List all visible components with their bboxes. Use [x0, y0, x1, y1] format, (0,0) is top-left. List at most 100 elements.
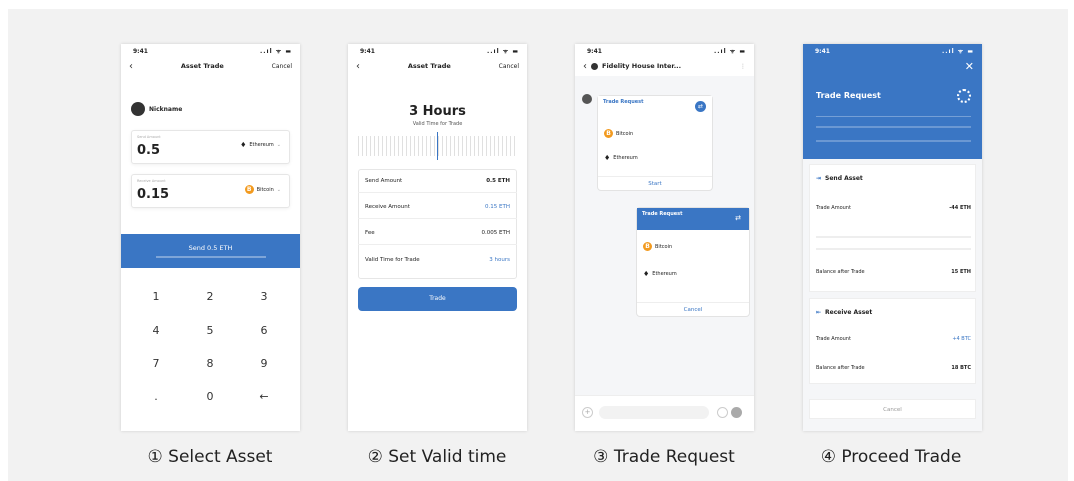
nav-title: Asset Trade — [180, 62, 224, 70]
send-icon[interactable] — [731, 407, 742, 418]
message-input[interactable] — [599, 406, 709, 419]
receive-coin-name: Bitcoin — [256, 186, 274, 193]
send-button[interactable]: Send 0.5 ETH — [121, 234, 300, 268]
status-icons: ..ıl ᯤ ▬ — [260, 48, 292, 55]
ethereum-icon: ♦ — [643, 270, 650, 278]
keypad-key-6[interactable]: 6 — [239, 324, 289, 337]
loading-spinner-icon — [957, 89, 971, 103]
caption-4: ④ Proceed Trade — [820, 447, 962, 467]
row-label: Trade Amount — [816, 336, 851, 342]
summary-label: Valid Time for Trade — [365, 256, 420, 263]
swap-icon: ⇄ — [735, 214, 741, 222]
keypad-key-dot[interactable]: . — [131, 390, 181, 403]
close-icon[interactable]: ✕ — [965, 60, 974, 73]
receive-amount-card[interactable]: Receive Amount 0.15 B Bitcoin ⌄ — [131, 174, 290, 208]
keypad-key-9[interactable]: 9 — [239, 357, 289, 370]
caption-1: ① Select Asset — [147, 447, 273, 467]
status-icons: ..ıl ᯤ ▬ — [942, 48, 974, 55]
cancel-button[interactable]: Cancel — [637, 302, 749, 316]
bitcoin-icon: B — [244, 185, 254, 194]
taker-row — [816, 140, 971, 142]
keypad-key-4[interactable]: 4 — [131, 324, 181, 337]
summary-label: Receive Amount — [365, 204, 410, 210]
status-time: 9:41 — [360, 47, 375, 55]
ethereum-icon: ♦ — [604, 154, 611, 162]
summary-value: 0.005 ETH — [481, 230, 510, 236]
summary-label: Send Amount — [365, 178, 403, 184]
status-bar: 9:41 ..ıl ᯤ ▬ — [348, 44, 527, 58]
keypad-key-7[interactable]: 7 — [131, 357, 181, 370]
row-label: Trade Amount — [816, 205, 851, 211]
status-time: 9:41 — [815, 47, 830, 55]
cancel-link[interactable]: Cancel — [272, 63, 292, 70]
keypad-backspace-icon[interactable]: ← — [239, 390, 289, 403]
add-icon[interactable]: + — [582, 407, 593, 418]
nav-title: Asset Trade — [407, 62, 451, 70]
send-coin-select[interactable]: ♦ Ethereum ⌄ — [240, 141, 281, 149]
row-value: 18 BTC — [951, 365, 971, 371]
keypad-key-1[interactable]: 1 — [131, 290, 181, 303]
receive-asset-header: ⇤ Receive Asset — [816, 309, 872, 316]
coin-name: Bitcoin — [616, 130, 634, 137]
coin-name: Bitcoin — [655, 243, 673, 250]
chat-avatar-icon — [591, 62, 598, 70]
send-asset-section: ⇥ Send Asset Trade Amount -44 ETH Balanc… — [809, 164, 976, 292]
bitcoin-icon: B — [643, 242, 652, 251]
trade-button[interactable]: Trade — [358, 287, 517, 311]
keypad-key-2[interactable]: 2 — [185, 290, 235, 303]
nav-bar: ‹ Asset Trade Cancel — [121, 58, 300, 74]
coin-row-bitcoin: B Bitcoin — [643, 242, 672, 251]
back-icon[interactable]: ‹ — [129, 61, 133, 72]
keypad-key-8[interactable]: 8 — [185, 357, 235, 370]
row-label: Balance after Trade — [816, 365, 865, 371]
summary-value: 3 hours — [489, 256, 510, 263]
status-icons: ..ıl ᯤ ▬ — [487, 48, 519, 55]
phone-proceed-trade: 9:41 ..ıl ᯤ ▬ ✕ Trade Request ⇥ Send Ass… — [803, 44, 982, 431]
emoji-icon[interactable] — [717, 407, 728, 418]
ethereum-icon: ♦ — [240, 141, 247, 149]
receive-asset-section: ⇤ Receive Asset Trade Amount +4 BTC Bala… — [809, 298, 976, 384]
cancel-link[interactable]: Cancel — [499, 63, 519, 70]
coin-name: Ethereum — [652, 271, 677, 277]
receive-amount-label: Receive Amount — [137, 179, 166, 183]
summary-value: 0.15 ETH — [485, 204, 510, 210]
send-amount-card[interactable]: Send Amount 0.5 ♦ Ethereum ⌄ — [131, 130, 290, 164]
more-icon[interactable]: ⋮ — [740, 63, 746, 70]
row-value: +4 BTC — [952, 336, 971, 342]
chevron-down-icon: ⌄ — [276, 142, 281, 148]
send-button-subtext — [155, 256, 266, 258]
start-button[interactable]: Start — [598, 176, 712, 190]
back-icon[interactable]: ‹ — [356, 61, 360, 72]
chevron-down-icon: ⌄ — [276, 186, 281, 193]
receive-icon: ⇤ — [816, 309, 822, 316]
cancel-button[interactable]: Cancel — [809, 399, 976, 419]
send-balance-row: Balance after Trade 15 ETH — [816, 269, 971, 275]
maker-row — [816, 126, 971, 128]
status-bar: 9:41 ..ıl ᯤ ▬ — [575, 44, 754, 58]
send-amount-label: Send Amount — [137, 135, 161, 139]
summary-row-fee: Fee 0.005 ETH — [358, 222, 517, 245]
sender-avatar — [582, 94, 592, 104]
status-icons: ..ıl ᯤ ▬ — [714, 48, 746, 55]
coin-row-bitcoin: B Bitcoin — [604, 129, 633, 138]
detail-row — [816, 248, 971, 250]
coin-row-ethereum: ♦ Ethereum — [643, 270, 677, 278]
send-button-label: Send 0.5 ETH — [188, 244, 233, 252]
summary-row-receive: Receive Amount 0.15 ETH — [358, 196, 517, 219]
receive-coin-select[interactable]: B Bitcoin ⌄ — [244, 185, 281, 194]
receive-asset-title: Receive Asset — [825, 309, 873, 316]
trade-request-bubble-received: Trade Request ⇄ B Bitcoin ♦ Ethereum Sta… — [597, 95, 713, 191]
keypad-key-3[interactable]: 3 — [239, 290, 289, 303]
phone-trade-request: 9:41 ..ıl ᯤ ▬ ‹ Fidelity House Inter... … — [575, 44, 754, 431]
back-icon[interactable]: ‹ — [583, 61, 587, 72]
keypad-key-0[interactable]: 0 — [185, 390, 235, 403]
header: 9:41 ..ıl ᯤ ▬ ‹ Fidelity House Inter... … — [575, 44, 754, 76]
send-amount-value: 0.5 — [137, 143, 161, 158]
chat-nav-bar: ‹ Fidelity House Inter... ⋮ — [575, 58, 754, 74]
summary-row-valid-time: Valid Time for Trade 3 hours — [358, 248, 517, 271]
keypad-key-5[interactable]: 5 — [185, 324, 235, 337]
row-value: -44 ETH — [949, 205, 971, 211]
time-slider-handle[interactable] — [437, 132, 438, 160]
request-title: Trade Request — [637, 208, 749, 230]
send-icon: ⇥ — [816, 175, 822, 182]
